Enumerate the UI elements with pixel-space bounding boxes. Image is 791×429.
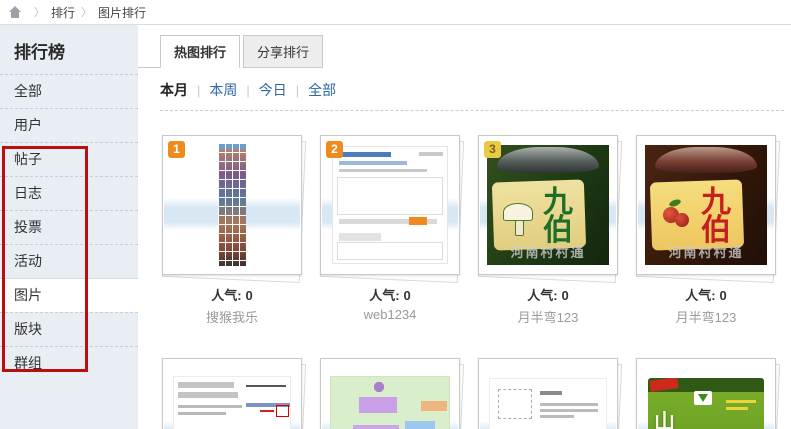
photo-watermark-text: 河南村村通 — [487, 242, 609, 261]
green-snack-package-photo: 山野 — [648, 378, 764, 429]
red-jar-product-photo: 九伯 河南村村通 — [645, 145, 767, 265]
popularity-value: 0 — [246, 288, 253, 303]
photo-frame: 九伯 河南村村通 — [636, 135, 776, 275]
uploader-username-link[interactable]: 搜猴我乐 — [162, 307, 302, 326]
breadcrumb-separator-icon: 〉 — [34, 4, 45, 20]
tab-hot-image-ranking[interactable]: 热图排行 — [160, 35, 240, 68]
time-filter-bar: 本月 | 本周 | 今日 | 全部 — [160, 80, 791, 100]
package-logo — [694, 391, 712, 405]
filter-all-time[interactable]: 全部 — [308, 80, 336, 100]
ranking-card-8: 山野 — [636, 358, 776, 429]
photo-frame — [162, 358, 302, 429]
package-brand-text: 山野 — [654, 412, 678, 429]
thumbnail-grid-screenshot-image — [218, 144, 246, 266]
popularity-label: 人气: — [369, 288, 399, 303]
card-photo-link[interactable]: 九伯 河南村村通 — [636, 135, 776, 275]
rank-badge: 3 — [484, 141, 501, 158]
sidebar-item-images[interactable]: 图片 — [0, 278, 138, 312]
card-photo-link[interactable]: 山野 — [636, 358, 776, 429]
filter-this-week[interactable]: 本周 — [209, 80, 237, 100]
photo-frame: 山野 — [636, 358, 776, 429]
ranking-grid-row-2: 山野 — [162, 358, 791, 429]
filter-separator: | — [296, 83, 299, 98]
popularity-label: 人气: — [527, 288, 557, 303]
photo-frame — [320, 358, 460, 429]
breadcrumb-rank-link[interactable]: 排行 — [51, 4, 75, 21]
home-icon[interactable] — [8, 6, 22, 19]
sidebar-item-forums[interactable]: 版块 — [0, 312, 138, 346]
sidebar-item-users[interactable]: 用户 — [0, 108, 138, 142]
flowchart-diagram-image — [330, 376, 450, 429]
breadcrumb-separator-icon: 〉 — [81, 4, 92, 20]
jujube-drawing — [663, 207, 679, 223]
card-photo-link[interactable] — [320, 358, 460, 429]
filter-today[interactable]: 今日 — [259, 80, 287, 100]
filter-separator: | — [197, 83, 200, 98]
uploader-username-link[interactable]: 月半弯123 — [478, 307, 618, 326]
rank-badge: 2 — [326, 141, 343, 158]
popularity-label: 人气: — [685, 288, 715, 303]
photo-watermark-text: 河南村村通 — [645, 242, 767, 261]
breadcrumb-current-page: 图片排行 — [98, 4, 146, 21]
editor-annotation-screenshot-image — [173, 376, 291, 429]
photo-frame: 2 — [320, 135, 460, 275]
sidebar-item-posts[interactable]: 帖子 — [0, 142, 138, 176]
main-layout: 排行榜 全部 用户 帖子 日志 投票 活动 图片 版块 群组 热图排行 分享排行… — [0, 25, 791, 429]
ranking-grid-row-1: 1 人气: 0 搜猴我乐 2 — [162, 135, 791, 326]
filter-this-month[interactable]: 本月 — [160, 80, 188, 100]
card-photo-link[interactable]: 1 — [162, 135, 302, 275]
post-editor-screenshot-image — [332, 146, 448, 264]
uploader-username-link[interactable]: 月半弯123 — [636, 307, 776, 326]
sidebar-item-activities[interactable]: 活动 — [0, 244, 138, 278]
sidebar-item-groups[interactable]: 群组 — [0, 346, 138, 380]
tab-share-ranking[interactable]: 分享排行 — [243, 35, 323, 68]
rank-badge: 1 — [168, 141, 185, 158]
ranking-card-4: 九伯 河南村村通 人气: 0 月半弯123 — [636, 135, 776, 326]
popularity-row: 人气: 0 — [162, 285, 302, 304]
mushroom-drawing — [503, 203, 533, 221]
filter-separator: | — [246, 83, 249, 98]
green-jar-product-photo: 九伯 河南村村通 — [487, 145, 609, 265]
card-photo-link[interactable]: 2 — [320, 135, 460, 275]
popularity-row: 人气: 0 — [478, 285, 618, 304]
photo-frame — [478, 358, 618, 429]
photo-frame: 1 — [162, 135, 302, 275]
uploader-username-link[interactable]: web1234 — [320, 307, 460, 322]
jar-brand-text: 九伯 — [543, 189, 577, 244]
popularity-value: 0 — [562, 288, 569, 303]
divider — [160, 110, 784, 111]
popularity-label: 人气: — [211, 288, 241, 303]
photo-frame: 3 九伯 河南村村通 — [478, 135, 618, 275]
tab-bar: 热图排行 分享排行 — [138, 38, 791, 68]
sidebar-title: 排行榜 — [0, 25, 138, 74]
sidebar-item-polls[interactable]: 投票 — [0, 210, 138, 244]
ranking-card-3: 3 九伯 河南村村通 人气: 0 月半弯123 — [478, 135, 618, 326]
popularity-value: 0 — [720, 288, 727, 303]
popularity-value: 0 — [404, 288, 411, 303]
content-area: 热图排行 分享排行 本月 | 本周 | 今日 | 全部 1 — [138, 25, 791, 429]
sidebar-item-blogs[interactable]: 日志 — [0, 176, 138, 210]
popularity-row: 人气: 0 — [636, 285, 776, 304]
jar-brand-text: 九伯 — [701, 189, 735, 244]
card-photo-link[interactable] — [162, 358, 302, 429]
breadcrumb: 〉 排行 〉 图片排行 — [0, 0, 791, 25]
ranking-sidebar: 排行榜 全部 用户 帖子 日志 投票 活动 图片 版块 群组 — [0, 25, 138, 429]
announcement-page-screenshot-image — [489, 378, 607, 429]
popularity-row: 人气: 0 — [320, 285, 460, 304]
ranking-card-6 — [320, 358, 460, 429]
ranking-card-2: 2 人气: 0 web1234 — [320, 135, 460, 326]
ranking-card-5 — [162, 358, 302, 429]
ranking-card-7 — [478, 358, 618, 429]
ranking-card-1: 1 人气: 0 搜猴我乐 — [162, 135, 302, 326]
card-photo-link[interactable]: 3 九伯 河南村村通 — [478, 135, 618, 275]
card-photo-link[interactable] — [478, 358, 618, 429]
sidebar-item-all[interactable]: 全部 — [0, 74, 138, 108]
